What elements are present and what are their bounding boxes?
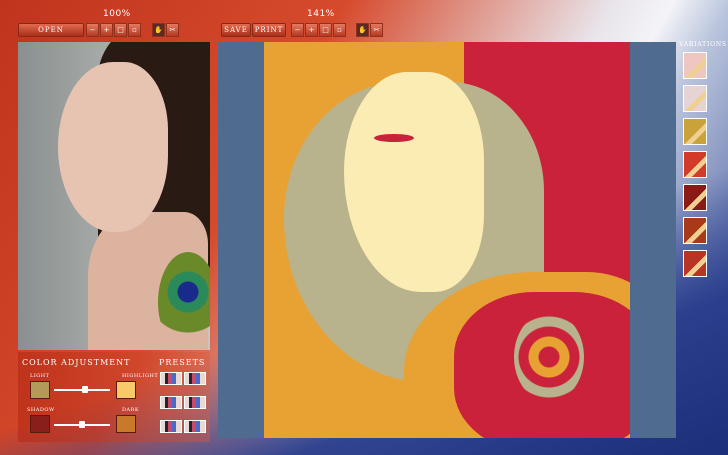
photo-face: [58, 62, 168, 232]
preset-2[interactable]: [184, 372, 206, 385]
color-adjustment-title: COLOR ADJUSTMENT: [22, 358, 131, 367]
crop-icon[interactable]: ✂: [166, 23, 179, 37]
variation-thumb-5[interactable]: [683, 184, 707, 211]
color-adjustment-panel: COLOR ADJUSTMENT LIGHT HIGHLIGHT SHADOW …: [18, 352, 210, 442]
highlight-color-swatch[interactable]: [116, 381, 136, 399]
posterized-artwork: [264, 42, 630, 438]
shadow-label: SHADOW: [27, 407, 55, 413]
light-highlight-slider[interactable]: [54, 386, 110, 393]
zoom-in-icon[interactable]: +: [305, 23, 318, 37]
preset-3[interactable]: [160, 396, 182, 409]
preset-5[interactable]: [160, 420, 182, 433]
save-button[interactable]: SAVE: [221, 23, 251, 37]
actual-size-icon[interactable]: ▫: [333, 23, 346, 37]
zoom-out-icon[interactable]: −: [86, 23, 99, 37]
dark-color-swatch[interactable]: [116, 415, 136, 433]
top-toolbar: 100% 141% OPEN − + □ ▫ ✋ ✂ SAVE PRINT − …: [0, 0, 728, 40]
open-button[interactable]: OPEN: [18, 23, 84, 37]
variation-thumb-7[interactable]: [683, 250, 707, 277]
hand-icon[interactable]: ✋: [152, 23, 165, 37]
zoom-out-icon[interactable]: −: [291, 23, 304, 37]
left-zoom-readout: 100%: [103, 9, 131, 19]
slider-knob[interactable]: [79, 421, 85, 428]
photo-feather: [158, 252, 210, 350]
variation-thumb-3[interactable]: [683, 118, 707, 145]
preset-1[interactable]: [160, 372, 182, 385]
source-photo[interactable]: [18, 42, 210, 350]
fit-icon[interactable]: □: [114, 23, 127, 37]
actual-size-icon[interactable]: ▫: [128, 23, 141, 37]
dark-label: DARK: [122, 407, 140, 413]
right-view-tools: − + □ ▫: [291, 23, 346, 37]
light-color-swatch[interactable]: [30, 381, 50, 399]
crop-icon[interactable]: ✂: [370, 23, 383, 37]
variations-title: VARIATIONS: [679, 41, 727, 48]
preset-4[interactable]: [184, 396, 206, 409]
zoom-in-icon[interactable]: +: [100, 23, 113, 37]
preset-6[interactable]: [184, 420, 206, 433]
right-zoom-readout: 141%: [307, 9, 335, 19]
light-label: LIGHT: [30, 373, 50, 379]
presets-title: PRESETS: [159, 358, 206, 367]
variation-thumb-2[interactable]: [683, 85, 707, 112]
shadow-color-swatch[interactable]: [30, 415, 50, 433]
art-feather: [514, 312, 584, 402]
variation-thumb-6[interactable]: [683, 217, 707, 244]
shadow-dark-slider[interactable]: [54, 421, 110, 428]
slider-knob[interactable]: [81, 386, 88, 393]
print-button[interactable]: PRINT: [252, 23, 286, 37]
left-view-tools: − + □ ▫: [86, 23, 141, 37]
variation-thumb-4[interactable]: [683, 151, 707, 178]
output-canvas[interactable]: [218, 42, 676, 438]
highlight-label: HIGHLIGHT: [122, 373, 159, 379]
left-mode-tools: ✋ ✂: [152, 23, 179, 37]
art-eye: [374, 134, 414, 142]
variation-thumb-1[interactable]: [683, 52, 707, 79]
fit-icon[interactable]: □: [319, 23, 332, 37]
right-mode-tools: ✋ ✂: [356, 23, 383, 37]
hand-icon[interactable]: ✋: [356, 23, 369, 37]
